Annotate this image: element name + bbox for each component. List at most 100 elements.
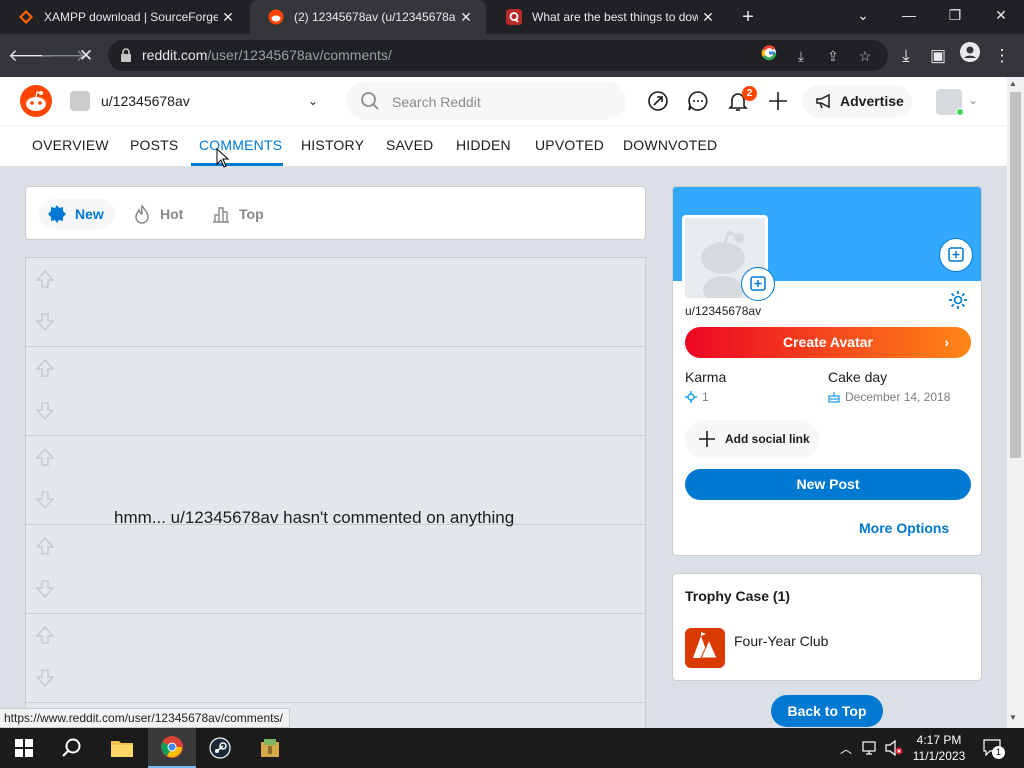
placeholder-row (26, 347, 645, 436)
restore-button[interactable]: ❐ (932, 0, 978, 34)
taskbar-search-button[interactable] (48, 728, 96, 768)
sort-hot-button[interactable]: Hot (132, 199, 183, 229)
downloads-icon[interactable]: ⤓ (892, 42, 920, 70)
profile-card: u/12345678av Create Avatar › Karma 1 Cak… (672, 186, 982, 556)
chrome-menu-icon[interactable]: ⋮ (988, 42, 1016, 70)
empty-comments-message: hmm... u/12345678av hasn't commented on … (114, 508, 515, 527)
upvote-arrow-icon (36, 448, 54, 466)
chrome-icon (161, 736, 183, 758)
profile-icon[interactable] (956, 42, 984, 70)
create-avatar-label: Create Avatar (782, 334, 873, 350)
tab-hidden[interactable]: HIDDEN (456, 137, 511, 153)
top-chart-icon (213, 207, 229, 223)
install-app-icon[interactable]: ⤓ (790, 45, 812, 67)
archive-app-icon (261, 739, 279, 757)
browser-tab-strip: XAMPP download | SourceForge ✕ (2) 12345… (0, 0, 1024, 34)
placeholder-row (26, 258, 645, 347)
tab-search-icon[interactable]: ⌄ (840, 0, 886, 34)
google-lens-icon[interactable] (758, 45, 780, 67)
popular-icon[interactable] (646, 89, 670, 113)
back-to-top-button[interactable]: Back to Top (771, 695, 883, 727)
tab-upvoted[interactable]: UPVOTED (535, 137, 604, 153)
tab-comments[interactable]: COMMENTS (199, 137, 282, 153)
close-tab-icon[interactable]: ✕ (698, 9, 718, 26)
placeholder-row (26, 614, 645, 703)
windows-logo-icon (15, 739, 33, 757)
scroll-up-arrow-icon[interactable]: ▲ (1009, 79, 1017, 88)
placeholder-row (26, 525, 645, 614)
scroll-down-arrow-icon[interactable]: ▼ (1009, 713, 1017, 722)
karma-label: Karma (685, 369, 727, 385)
flame-icon (135, 204, 149, 224)
system-clock[interactable]: 4:17 PM 11/1/2023 (908, 732, 970, 764)
app-taskbar-button[interactable] (246, 728, 294, 768)
four-year-club-trophy-icon[interactable] (685, 628, 725, 668)
chevron-right-icon: › (944, 334, 949, 350)
start-button[interactable] (0, 728, 48, 768)
steam-taskbar-button[interactable] (196, 728, 244, 768)
browser-tab-reddit[interactable]: (2) 12345678av (u/12345678av) ✕ (250, 0, 486, 34)
chrome-taskbar-button[interactable] (148, 728, 196, 768)
upload-avatar-button[interactable] (741, 267, 775, 301)
share-icon[interactable]: ⇪ (822, 45, 844, 67)
forward-button[interactable]: 🡒 (40, 42, 86, 70)
bookmark-star-icon[interactable]: ☆ (854, 45, 876, 67)
plus-icon (699, 431, 715, 447)
downvote-arrow-icon (36, 491, 54, 509)
volume-muted-icon[interactable] (884, 739, 904, 757)
tab-history[interactable]: HISTORY (301, 137, 364, 153)
clock-date: 11/1/2023 (912, 749, 966, 763)
show-hidden-icons-chevron[interactable]: ︿ (840, 740, 852, 757)
gear-icon[interactable] (947, 289, 969, 311)
downvote-arrow-icon (36, 402, 54, 420)
tab-overview[interactable]: OVERVIEW (32, 137, 109, 153)
more-options-link[interactable]: More Options (859, 520, 949, 536)
browser-toolbar: 🡐 🡒 ✕ reddit.com/user/12345678av/comment… (0, 34, 1024, 77)
profile-username: u/12345678av (685, 304, 762, 318)
sort-top-button[interactable]: Top (211, 199, 264, 229)
trophy-name: Four-Year Club (734, 633, 829, 649)
chat-icon[interactable] (686, 89, 710, 113)
online-status-dot (956, 108, 964, 116)
action-center-button[interactable]: 1 (982, 738, 1005, 759)
side-panel-icon[interactable]: ▣ (924, 42, 952, 70)
create-post-plus-icon[interactable] (766, 89, 790, 113)
sort-new-button[interactable]: New (39, 199, 115, 229)
upvote-arrow-icon (36, 537, 54, 555)
quora-icon (506, 9, 522, 25)
tab-saved[interactable]: SAVED (386, 137, 433, 153)
back-button[interactable]: 🡐 (8, 42, 54, 70)
close-tab-icon[interactable]: ✕ (456, 9, 476, 26)
address-bar[interactable]: reddit.com/user/12345678av/comments/ ⤓ ⇪… (108, 40, 888, 71)
upvote-arrow-icon (36, 359, 54, 377)
add-image-icon (750, 276, 766, 291)
create-avatar-button[interactable]: Create Avatar › (685, 327, 971, 358)
advertise-button[interactable]: Advertise (802, 85, 912, 117)
url-text: reddit.com/user/12345678av/comments/ (142, 47, 392, 63)
downvote-arrow-icon (36, 669, 54, 687)
search-input[interactable]: Search Reddit (346, 82, 626, 120)
new-tab-button[interactable]: + (736, 5, 760, 29)
url-path: /user/12345678av/comments/ (207, 47, 392, 63)
reddit-logo-icon[interactable] (20, 85, 52, 117)
new-post-button[interactable]: New Post (685, 469, 971, 500)
upload-banner-button[interactable] (939, 238, 973, 272)
browser-tab-quora[interactable]: What are the best things to dow ✕ (488, 0, 728, 34)
community-switcher[interactable]: u/12345678av ⌄ (70, 86, 330, 116)
close-window-button[interactable]: ✕ (978, 0, 1024, 34)
add-social-link-button[interactable]: Add social link (685, 420, 819, 458)
file-explorer-button[interactable] (98, 728, 146, 768)
karma-value: 1 (685, 390, 709, 404)
close-tab-icon[interactable]: ✕ (218, 9, 238, 26)
chevron-down-icon[interactable]: ⌄ (968, 93, 978, 107)
add-social-label: Add social link (725, 432, 810, 446)
advertise-label: Advertise (840, 93, 904, 109)
stop-loading-button[interactable]: ✕ (72, 42, 100, 70)
tab-downvoted[interactable]: DOWNVOTED (623, 137, 717, 153)
megaphone-icon (816, 93, 830, 109)
minimize-button[interactable]: — (886, 0, 932, 34)
tab-posts[interactable]: POSTS (130, 137, 178, 153)
network-icon[interactable] (862, 740, 880, 756)
browser-tab-sourceforge[interactable]: XAMPP download | SourceForge ✕ (0, 0, 248, 34)
scrollbar-thumb[interactable] (1010, 92, 1021, 458)
